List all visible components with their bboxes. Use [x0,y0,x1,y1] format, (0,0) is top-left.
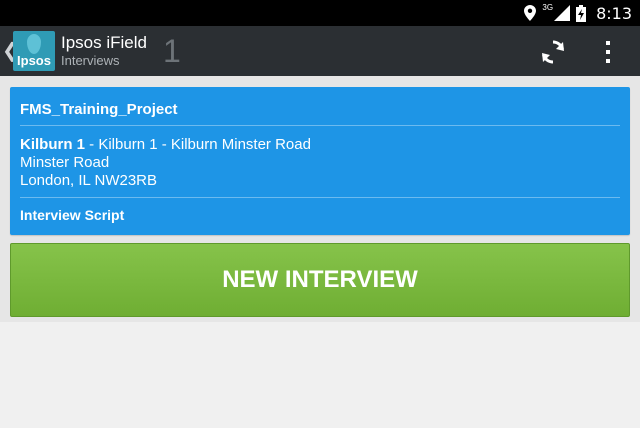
overflow-menu-icon[interactable] [600,38,616,66]
status-icons: 3G 8:13 [524,0,632,26]
address-block: Kilburn 1 - Kilburn 1 - Kilburn Minster … [20,136,311,190]
address-line-3: London, IL NW23RB [20,172,158,189]
interview-count: 1 [163,33,181,69]
new-interview-button[interactable]: NEW INTERVIEW [10,243,630,317]
app-subtitle: Interviews [61,53,120,68]
action-bar: ❮ Ipsos Ipsos iField Interviews 1 [0,26,640,76]
clock: 8:13 [596,3,632,23]
address-line-1: Kilburn 1 - Kilburn 1 - Kilburn Minster … [20,136,311,154]
status-bar: 3G 8:13 [0,0,640,26]
title-block: Ipsos iField Interviews [61,33,147,69]
sync-icon[interactable] [539,38,567,66]
location-icon [524,5,537,21]
battery-icon [576,4,587,22]
app-title: Ipsos iField [61,33,147,52]
location-name: Kilburn 1 [20,136,86,153]
card-divider [20,125,620,126]
main-content: FMS_Training_Project Kilburn 1 - Kilburn… [0,76,640,428]
logo-text: Ipsos [17,53,51,68]
interview-script-link[interactable]: Interview Script [20,207,124,223]
project-name: FMS_Training_Project [20,101,178,118]
project-card[interactable]: FMS_Training_Project Kilburn 1 - Kilburn… [10,87,630,235]
card-divider [20,197,620,198]
address-line-2: Minster Road [20,154,110,171]
network-type-label: 3G [542,2,554,12]
location-detail: - Kilburn 1 - Kilburn Minster Road [85,136,311,153]
app-logo[interactable]: Ipsos [13,31,55,71]
logo-drop-shape [27,34,41,54]
signal-icon [554,5,571,21]
